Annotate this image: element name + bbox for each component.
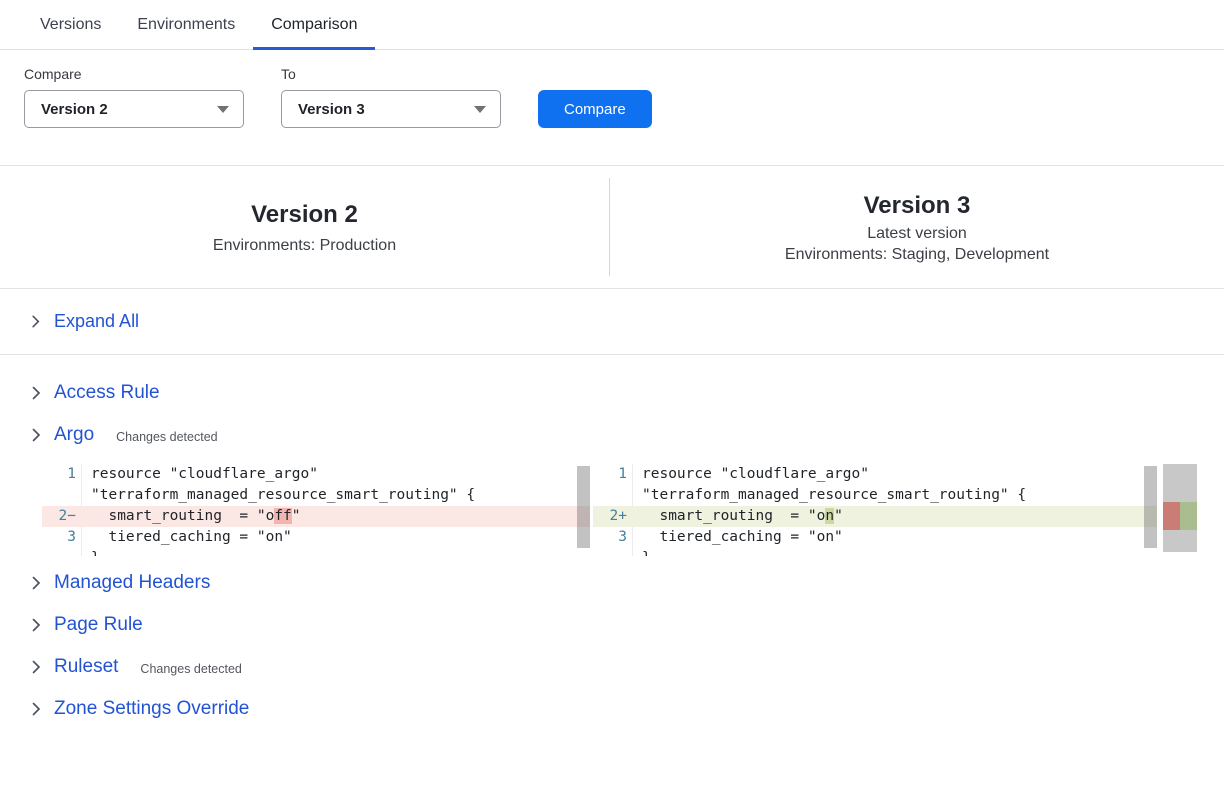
compare-button[interactable]: Compare: [538, 90, 652, 128]
section-label: Managed Headers: [54, 572, 210, 594]
tab-comparison[interactable]: Comparison: [253, 2, 375, 50]
line-number: [42, 485, 82, 506]
changes-detected-badge: Changes detected: [116, 430, 217, 444]
version-right-environments: Environments: Staging, Development: [610, 246, 1224, 264]
line-number: 3: [42, 527, 82, 548]
version-headers: Version 2 Environments: Production Versi…: [0, 165, 1224, 289]
chevron-right-icon: [28, 427, 44, 443]
chevron-right-icon: [28, 385, 44, 401]
compare-controls: Compare Version 2 To Version 3 Compare: [0, 50, 1224, 128]
section-label: Page Rule: [54, 614, 143, 636]
chevron-right-icon: [28, 575, 44, 591]
code-text: }: [633, 548, 1157, 556]
diff-change-marker: [1163, 502, 1197, 530]
code-text: "terraform_managed_resource_smart_routin…: [82, 485, 590, 506]
chevron-right-icon: [28, 701, 44, 717]
code-text: tiered_caching = "on": [82, 527, 590, 548]
code-text: smart_routing = "off": [82, 506, 590, 527]
tab-environments[interactable]: Environments: [119, 2, 253, 50]
code-text: tiered_caching = "on": [633, 527, 1157, 548]
section-access-rule[interactable]: Access Rule: [0, 382, 1224, 404]
version-left-header: Version 2 Environments: Production: [0, 199, 609, 254]
section-ruleset[interactable]: Ruleset Changes detected: [0, 656, 1224, 678]
compare-to-label: To: [281, 66, 501, 82]
compare-to-field: To Version 3: [281, 66, 501, 128]
chevron-down-icon: [474, 106, 486, 113]
expand-all-label: Expand All: [54, 311, 139, 332]
section-label: Access Rule: [54, 382, 160, 404]
compare-to-value: Version 3: [298, 101, 365, 118]
added-token: n: [825, 508, 834, 524]
chevron-right-icon: [28, 659, 44, 675]
tab-bar: Versions Environments Comparison: [0, 2, 1224, 50]
line-number: 1: [42, 464, 82, 485]
line-number: [42, 548, 82, 556]
code-text: }: [82, 548, 590, 556]
version-right-title: Version 3: [610, 190, 1224, 221]
compare-from-value: Version 2: [41, 101, 108, 118]
diff-line-removed: 2− smart_routing = "off": [42, 506, 590, 527]
diff-overview-ruler[interactable]: [1163, 464, 1197, 552]
section-label: Argo: [54, 424, 94, 446]
version-left-title: Version 2: [0, 199, 609, 230]
chevron-right-icon: [28, 314, 43, 329]
scrollbar-thumb[interactable]: [577, 466, 590, 548]
section-argo[interactable]: Argo Changes detected: [0, 424, 1224, 446]
diff-line-added: 2+ smart_routing = "on": [593, 506, 1157, 527]
version-left-environments: Environments: Production: [0, 237, 609, 255]
expand-all-toggle[interactable]: Expand All: [0, 289, 1224, 355]
diff-line: "terraform_managed_resource_smart_routin…: [42, 485, 590, 506]
line-number: [593, 485, 633, 506]
line-number: 3: [593, 527, 633, 548]
section-label: Ruleset: [54, 656, 118, 678]
code-text: smart_routing = "on": [633, 506, 1157, 527]
code-text: resource "cloudflare_argo": [633, 464, 1157, 485]
line-number: 2−: [42, 506, 82, 527]
chevron-down-icon: [217, 106, 229, 113]
scrollbar-thumb[interactable]: [1144, 466, 1157, 548]
diff-line: }: [593, 548, 1157, 556]
compare-from-label: Compare: [24, 66, 244, 82]
tab-versions[interactable]: Versions: [22, 2, 119, 50]
diff-line: "terraform_managed_resource_smart_routin…: [593, 485, 1157, 506]
argo-diff-viewer: 1 resource "cloudflare_argo" "terraform_…: [42, 464, 1224, 556]
diff-line: 3 tiered_caching = "on": [42, 527, 590, 548]
section-label: Zone Settings Override: [54, 698, 249, 720]
compare-to-select[interactable]: Version 3: [281, 90, 501, 128]
changes-detected-badge: Changes detected: [140, 662, 241, 676]
code-text: resource "cloudflare_argo": [82, 464, 590, 485]
version-right-subtitle: Latest version: [610, 225, 1224, 243]
compare-from-field: Compare Version 2: [24, 66, 244, 128]
diff-pane-new: 1 resource "cloudflare_argo" "terraform_…: [593, 464, 1157, 556]
section-managed-headers[interactable]: Managed Headers: [0, 572, 1224, 594]
section-page-rule[interactable]: Page Rule: [0, 614, 1224, 636]
line-number: [593, 548, 633, 556]
chevron-right-icon: [28, 617, 44, 633]
addition-marker: [1180, 502, 1197, 530]
removed-token: ff: [274, 508, 291, 524]
compare-from-select[interactable]: Version 2: [24, 90, 244, 128]
line-number: 1: [593, 464, 633, 485]
section-zone-settings-override[interactable]: Zone Settings Override: [0, 698, 1224, 720]
code-text: "terraform_managed_resource_smart_routin…: [633, 485, 1157, 506]
diff-line: 3 tiered_caching = "on": [593, 527, 1157, 548]
diff-pane-old: 1 resource "cloudflare_argo" "terraform_…: [42, 464, 590, 556]
line-number: 2+: [593, 506, 633, 527]
version-right-header: Version 3 Latest version Environments: S…: [610, 190, 1224, 264]
diff-line: 1 resource "cloudflare_argo": [42, 464, 590, 485]
diff-line: }: [42, 548, 590, 556]
deletion-marker: [1163, 502, 1180, 530]
diff-line: 1 resource "cloudflare_argo": [593, 464, 1157, 485]
